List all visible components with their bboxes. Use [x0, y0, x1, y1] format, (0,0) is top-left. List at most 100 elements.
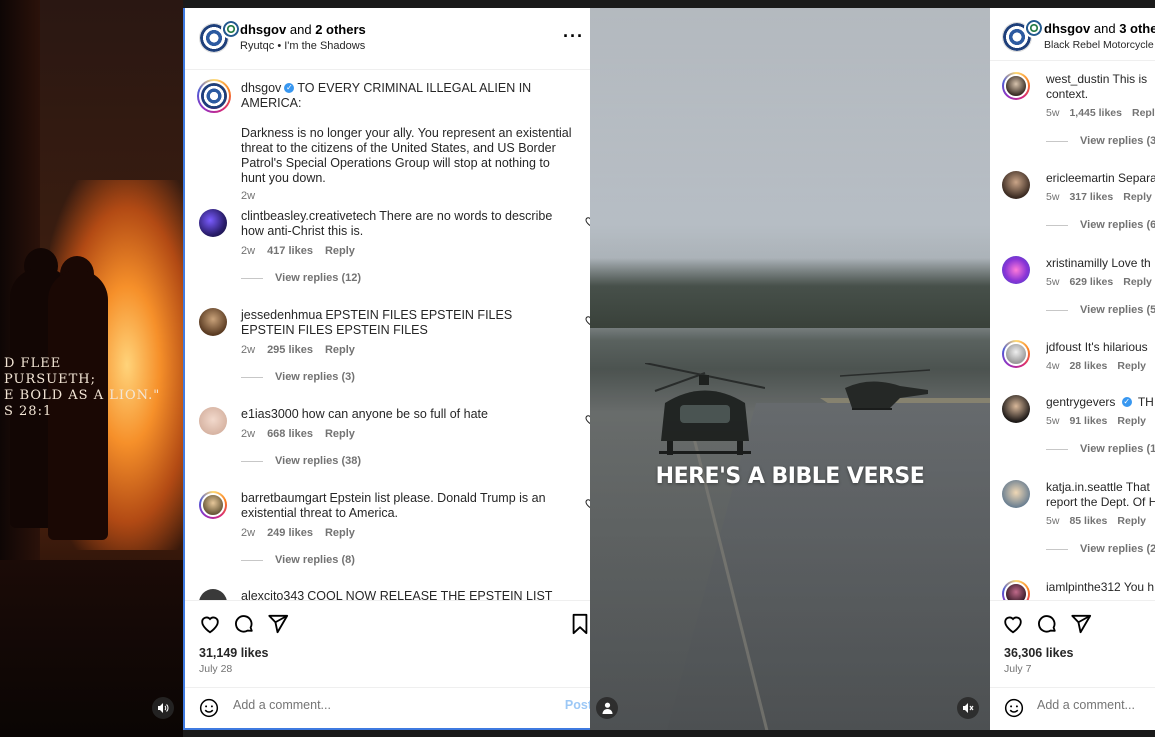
comment-age: 5w	[1046, 515, 1060, 527]
comment-likes[interactable]: 629 likes	[1069, 276, 1113, 288]
comment-bubble-icon[interactable]	[233, 613, 255, 635]
share-send-icon[interactable]	[267, 613, 289, 635]
caption-username[interactable]: dhsgov	[241, 81, 281, 95]
comment-likes[interactable]: 91 likes	[1069, 415, 1107, 427]
post-header: dhsgov and 3 others Black Rebel Motorcyc…	[990, 8, 1155, 61]
comment-body: This is	[1112, 72, 1148, 86]
comment-username[interactable]: jessedenhmua	[241, 308, 322, 322]
verified-badge-icon: ✓	[1121, 396, 1132, 407]
post-likes-count[interactable]: 36,306 likes	[1004, 646, 1074, 660]
view-replies-button[interactable]: View replies (12)	[241, 272, 590, 284]
comment-body: Separa	[1118, 171, 1155, 185]
and-text: and	[289, 22, 312, 37]
view-replies-button[interactable]: View replies (2	[1046, 543, 1155, 555]
comment-username[interactable]: barretbaumgart	[241, 491, 326, 505]
comment-likes[interactable]: 295 likes	[267, 344, 313, 356]
comment-avatar[interactable]	[199, 491, 227, 519]
comment-item: xristinamilly Love th 5w 629 likes Reply V…	[1002, 256, 1155, 316]
comment-bubble-icon[interactable]	[1036, 613, 1058, 635]
view-replies-button[interactable]: View replies (8)	[241, 554, 590, 566]
bookmark-icon[interactable]	[570, 613, 590, 635]
reply-button[interactable]: Reply	[325, 344, 355, 356]
post-comment-button[interactable]: Post	[565, 698, 590, 712]
left-video-panel[interactable]: D FLEE PURSUETH; E BOLD AS A LION." S 28:1	[0, 0, 183, 737]
comment-avatar[interactable]	[199, 308, 227, 336]
subtitle-user[interactable]: Ryutqc	[240, 40, 274, 52]
reply-button[interactable]: Reply	[1123, 191, 1152, 203]
emoji-icon[interactable]	[199, 698, 219, 718]
comment-username[interactable]: e1ias3000	[241, 407, 299, 421]
others-link[interactable]: 3 others	[1119, 21, 1155, 36]
like-heart-icon[interactable]	[199, 613, 221, 635]
comment-username[interactable]: katja.in.seattle	[1046, 480, 1123, 494]
collab-avatar[interactable]	[1002, 18, 1044, 52]
comment-avatar[interactable]	[199, 209, 227, 237]
center-video-panel[interactable]: HERE'S A BIBLE VERSE	[590, 8, 990, 730]
comment-avatar[interactable]	[1002, 480, 1030, 508]
comment-username[interactable]: ericleemartin	[1046, 171, 1115, 185]
reply-button[interactable]: Reply	[1117, 360, 1146, 372]
mute-toggle-button[interactable]	[957, 697, 979, 719]
author-username[interactable]: dhsgov	[240, 22, 286, 37]
mute-toggle-button[interactable]	[152, 697, 174, 719]
comment-body: THI	[1137, 395, 1155, 409]
reply-button[interactable]: Reply	[1117, 515, 1146, 527]
more-options-button[interactable]: ···	[563, 26, 584, 47]
comment-likes[interactable]: 317 likes	[1069, 191, 1113, 203]
user-tags-button[interactable]	[596, 697, 618, 719]
comment-username[interactable]: iamlpinthe312	[1046, 580, 1121, 594]
comment-username[interactable]: alexcito343	[241, 589, 304, 600]
reply-button[interactable]: Reply	[325, 245, 355, 257]
comment-likes[interactable]: 668 likes	[267, 428, 313, 440]
comment-avatar[interactable]	[1002, 580, 1030, 600]
share-send-icon[interactable]	[1070, 613, 1092, 635]
reply-button[interactable]: Reply	[1123, 276, 1152, 288]
comment-username[interactable]: jdfoust	[1046, 340, 1081, 354]
post-likes-count[interactable]: 31,149 likes	[199, 646, 269, 660]
comment-username[interactable]: xristinamilly	[1046, 256, 1108, 270]
comment-likes[interactable]: 417 likes	[267, 245, 313, 257]
comment-likes[interactable]: 1,445 likes	[1069, 107, 1122, 119]
comment-avatar[interactable]	[199, 407, 227, 435]
comment-username[interactable]: west_dustin	[1046, 72, 1109, 86]
comment-avatar[interactable]	[1002, 171, 1030, 199]
comment-username[interactable]: clintbeasley.creativetech	[241, 209, 376, 223]
comment-input[interactable]	[233, 698, 533, 712]
comment-age: 5w	[1046, 107, 1060, 119]
like-heart-icon[interactable]	[1002, 613, 1024, 635]
comment-avatar[interactable]	[1002, 256, 1030, 284]
comments-scroll-area[interactable]: west_dustin This is context. 5w 1,445 lik…	[990, 62, 1155, 600]
comment-meta: 2w 295 likes Reply	[241, 344, 590, 356]
comment-avatar[interactable]	[199, 589, 227, 600]
comments-scroll-area[interactable]: dhsgov ✓ TO EVERY CRIMINAL ILLEGAL ALIEN I…	[185, 71, 590, 600]
view-replies-button[interactable]: View replies (6	[1046, 219, 1155, 231]
audio-track-link[interactable]: Black Rebel Motorcycle Club	[1044, 39, 1155, 51]
comment-username[interactable]: gentrygevers	[1046, 395, 1115, 409]
co-author-avatar	[1024, 18, 1044, 38]
view-replies-button[interactable]: View replies (5	[1046, 304, 1155, 316]
author-username[interactable]: dhsgov	[1044, 21, 1090, 36]
emoji-icon[interactable]	[1004, 698, 1024, 718]
comment-input[interactable]	[1037, 698, 1155, 712]
reply-button[interactable]: Reply	[1132, 107, 1155, 119]
comment-likes[interactable]: 249 likes	[267, 527, 313, 539]
view-replies-button[interactable]: View replies (1	[1046, 443, 1155, 455]
reply-button[interactable]: Reply	[325, 428, 355, 440]
others-link[interactable]: 2 others	[315, 22, 366, 37]
reply-button[interactable]: Reply	[325, 527, 355, 539]
comment-avatar[interactable]	[1002, 395, 1030, 423]
comment-avatar[interactable]	[1002, 72, 1030, 100]
audio-track-link[interactable]: I'm the Shadows	[284, 40, 365, 52]
comment-avatar[interactable]	[1002, 340, 1030, 368]
comment-likes[interactable]: 85 likes	[1069, 515, 1107, 527]
comment-age: 5w	[1046, 415, 1060, 427]
caption-avatar[interactable]	[197, 79, 231, 113]
reply-button[interactable]: Reply	[1117, 415, 1146, 427]
view-replies-button[interactable]: View replies (3	[1046, 135, 1155, 147]
comment-text: clintbeasley.creativetech There are no wo…	[241, 209, 561, 239]
caption-headline: dhsgov ✓ TO EVERY CRIMINAL ILLEGAL ALIEN I…	[241, 79, 580, 111]
collab-avatar[interactable]	[199, 19, 241, 53]
comment-likes[interactable]: 28 likes	[1069, 360, 1107, 372]
view-replies-button[interactable]: View replies (3)	[241, 371, 590, 383]
view-replies-button[interactable]: View replies (38)	[241, 455, 590, 467]
